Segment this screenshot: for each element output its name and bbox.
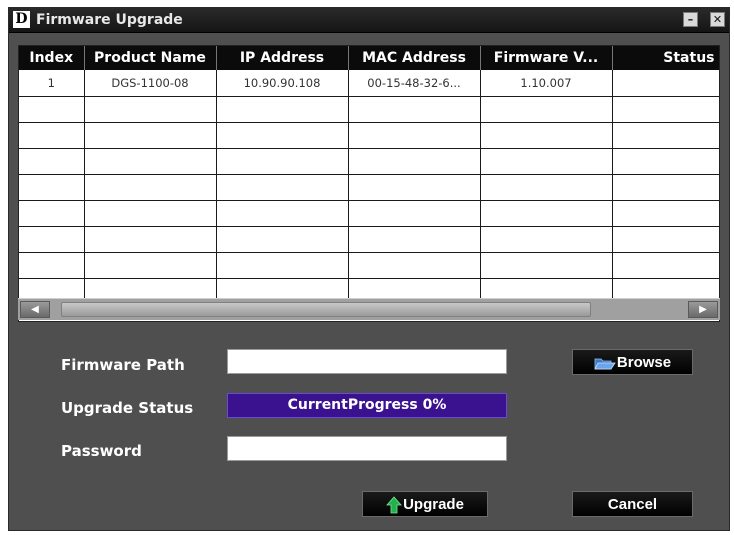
cell-index bbox=[19, 226, 85, 253]
cell-product-name bbox=[84, 96, 217, 123]
cell-index bbox=[19, 200, 85, 227]
cell-mac-address bbox=[348, 252, 481, 279]
cell-product-name bbox=[84, 200, 217, 227]
table-row[interactable] bbox=[19, 200, 719, 227]
cell-status bbox=[612, 200, 719, 227]
upgrade-button-label: Upgrade bbox=[403, 496, 464, 513]
cancel-button-label: Cancel bbox=[607, 496, 658, 513]
cell-mac-address bbox=[348, 148, 481, 175]
column-header-firmware-version[interactable]: Firmware V... bbox=[480, 46, 613, 70]
cell-firmware-version bbox=[480, 252, 613, 279]
column-header-index[interactable]: Index bbox=[19, 46, 85, 70]
cell-firmware-version bbox=[480, 148, 613, 175]
cell-mac-address bbox=[348, 122, 481, 149]
cell-firmware-version bbox=[480, 96, 613, 123]
cell-mac-address bbox=[348, 96, 481, 123]
table-row[interactable] bbox=[19, 226, 719, 253]
cell-index bbox=[19, 252, 85, 279]
cell-status bbox=[612, 252, 719, 279]
folder-open-icon bbox=[594, 358, 616, 370]
cell-ip-address bbox=[216, 252, 349, 279]
close-button[interactable]: ✕ bbox=[710, 12, 725, 27]
table-header-row: Index Product Name IP Address MAC Addres… bbox=[19, 46, 719, 70]
cell-index bbox=[19, 174, 85, 201]
firmware-path-input[interactable] bbox=[227, 349, 507, 374]
cell-product-name bbox=[84, 148, 217, 175]
cell-status bbox=[612, 96, 719, 123]
upgrade-button[interactable]: Upgrade bbox=[362, 491, 488, 517]
scrollbar-thumb[interactable] bbox=[61, 302, 591, 317]
cell-index bbox=[19, 122, 85, 149]
cell-status bbox=[612, 148, 719, 175]
cell-index bbox=[19, 148, 85, 175]
window-title: Firmware Upgrade bbox=[36, 12, 183, 28]
cell-status bbox=[612, 122, 719, 149]
browse-button-label: Browse bbox=[616, 354, 672, 371]
cell-mac-address: 00-15-48-32-6... bbox=[348, 70, 481, 97]
column-header-product-name[interactable]: Product Name bbox=[84, 46, 217, 70]
cell-product-name bbox=[84, 252, 217, 279]
upgrade-progress-bar: CurrentProgress 0% bbox=[227, 393, 507, 418]
cell-ip-address bbox=[216, 96, 349, 123]
horizontal-scrollbar[interactable]: ◀ ▶ bbox=[18, 298, 720, 320]
column-header-status[interactable]: Status bbox=[612, 46, 719, 70]
cell-firmware-version bbox=[480, 226, 613, 253]
scroll-left-arrow-icon[interactable]: ◀ bbox=[20, 301, 50, 318]
cell-status bbox=[612, 174, 719, 201]
table-row[interactable] bbox=[19, 96, 719, 123]
upload-arrow-icon bbox=[386, 496, 402, 514]
minimize-button[interactable]: – bbox=[683, 12, 698, 27]
cell-ip-address bbox=[216, 148, 349, 175]
cell-index bbox=[19, 96, 85, 123]
password-label: Password bbox=[61, 442, 142, 460]
cell-ip-address bbox=[216, 122, 349, 149]
cell-status bbox=[612, 226, 719, 253]
title-bar[interactable]: D Firmware Upgrade – ✕ bbox=[9, 8, 729, 33]
cell-mac-address bbox=[348, 226, 481, 253]
table-row[interactable] bbox=[19, 174, 719, 201]
cell-product-name bbox=[84, 226, 217, 253]
table-row[interactable] bbox=[19, 148, 719, 175]
scroll-right-arrow-icon[interactable]: ▶ bbox=[688, 301, 718, 318]
dlink-logo-icon: D bbox=[13, 11, 30, 28]
cell-firmware-version bbox=[480, 174, 613, 201]
cell-product-name: DGS-1100-08 bbox=[84, 70, 217, 97]
cell-ip-address bbox=[216, 174, 349, 201]
cell-ip-address bbox=[216, 226, 349, 253]
table-row[interactable]: 1 DGS-1100-08 10.90.90.108 00-15-48-32-6...… bbox=[19, 70, 719, 97]
cell-ip-address: 10.90.90.108 bbox=[216, 70, 349, 97]
cell-firmware-version bbox=[480, 200, 613, 227]
cell-product-name bbox=[84, 174, 217, 201]
cell-status bbox=[612, 70, 719, 97]
cell-firmware-version bbox=[480, 122, 613, 149]
column-header-ip-address[interactable]: IP Address bbox=[216, 46, 349, 70]
password-input[interactable] bbox=[227, 436, 507, 461]
firmware-path-label: Firmware Path bbox=[61, 356, 185, 374]
cell-mac-address bbox=[348, 174, 481, 201]
table-row[interactable] bbox=[19, 252, 719, 279]
cell-firmware-version: 1.10.007 bbox=[480, 70, 613, 97]
cell-index: 1 bbox=[19, 70, 85, 97]
browse-button[interactable]: Browse bbox=[572, 349, 693, 375]
device-table: Index Product Name IP Address MAC Addres… bbox=[18, 45, 720, 322]
cell-mac-address bbox=[348, 200, 481, 227]
column-header-mac-address[interactable]: MAC Address bbox=[348, 46, 481, 70]
table-row[interactable] bbox=[19, 122, 719, 149]
cancel-button[interactable]: Cancel bbox=[572, 491, 693, 517]
cell-ip-address bbox=[216, 200, 349, 227]
upgrade-status-label: Upgrade Status bbox=[61, 399, 194, 417]
progress-text: CurrentProgress 0% bbox=[287, 397, 447, 413]
cell-product-name bbox=[84, 122, 217, 149]
